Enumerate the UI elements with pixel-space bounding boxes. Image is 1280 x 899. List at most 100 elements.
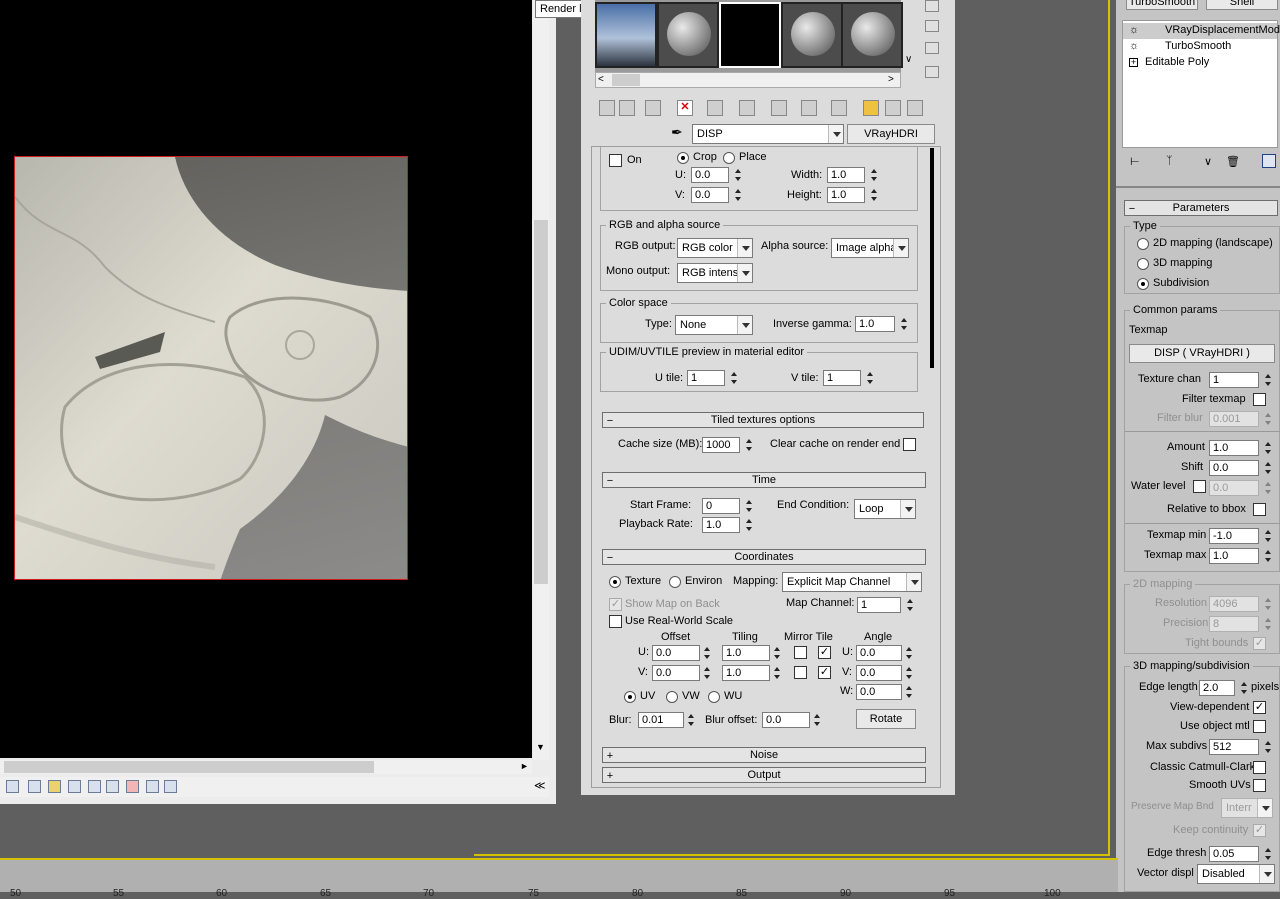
map-type-button[interactable]: VRayHDRI	[847, 124, 935, 144]
go-forward-sibling-icon[interactable]	[885, 100, 901, 116]
relative-bbox-checkbox[interactable]	[1253, 503, 1266, 516]
scrollbar-thumb[interactable]	[534, 220, 548, 584]
playback-rate-input[interactable]: 1.0	[702, 517, 740, 533]
eyedropper-icon[interactable]: ✒	[671, 124, 683, 141]
wu-radio[interactable]	[708, 691, 720, 703]
angle-u-spinner[interactable]	[904, 645, 914, 661]
parameters-rollout[interactable]: − Parameters	[1124, 200, 1278, 216]
crop-v-input[interactable]: 0.0	[691, 187, 729, 203]
sample-slot[interactable]	[781, 2, 843, 68]
histogram-icon[interactable]	[106, 780, 119, 793]
tiled-textures-rollout[interactable]: − Tiled textures options	[602, 412, 924, 428]
texture-radio[interactable]	[609, 576, 621, 588]
shift-spinner[interactable]	[1263, 460, 1273, 476]
crop-u-spinner[interactable]	[733, 167, 743, 183]
start-frame-spinner[interactable]	[744, 498, 754, 514]
tiling-u-spinner[interactable]	[772, 645, 782, 661]
scrollbar-thumb[interactable]	[612, 74, 640, 86]
history-icon[interactable]	[6, 780, 19, 793]
compare-icon[interactable]	[28, 780, 41, 793]
turbosmooth-modifier-button[interactable]: TurboSmooth	[1126, 0, 1198, 10]
clear-cache-checkbox[interactable]	[903, 438, 916, 451]
resolution-input[interactable]: 4096	[1209, 596, 1259, 612]
crop-v-spinner[interactable]	[733, 187, 743, 203]
classic-catmull-clark-checkbox[interactable]	[1253, 761, 1266, 774]
timeline-ruler[interactable]: 50 55 60 65 70 75 80 85 90 95 100	[0, 858, 1118, 899]
edge-thresh-input[interactable]: 0.05	[1209, 846, 1259, 862]
expand-toolbar-icon[interactable]: ≪	[534, 779, 546, 792]
texture-chan-spinner[interactable]	[1263, 372, 1273, 388]
lut-icon[interactable]	[88, 780, 101, 793]
edge-length-spinner[interactable]	[1239, 680, 1249, 696]
color-space-type-dropdown[interactable]: None	[675, 315, 753, 335]
water-level-input[interactable]: 0.0	[1209, 480, 1259, 496]
inverse-gamma-spinner[interactable]	[899, 316, 909, 332]
tiling-u-input[interactable]: 1.0	[722, 645, 770, 661]
water-level-checkbox[interactable]	[1193, 480, 1206, 493]
pin-stack-icon[interactable]: ⊢	[1130, 155, 1140, 168]
v-tile-input[interactable]: 1	[823, 370, 861, 386]
v-tile-spinner[interactable]	[865, 370, 875, 386]
material-id-icon[interactable]	[771, 100, 787, 116]
time-rollout[interactable]: − Time	[602, 472, 926, 488]
inverse-gamma-input[interactable]: 1.0	[855, 316, 895, 332]
uv-tiling-icon[interactable]	[925, 66, 939, 78]
pixel-info-icon[interactable]	[164, 780, 177, 793]
output-rollout[interactable]: + Output	[602, 767, 926, 783]
texmap-button[interactable]: DISP ( VRayHDRI )	[1129, 344, 1275, 363]
expand-icon[interactable]: +	[1129, 58, 1138, 67]
scroll-down-icon[interactable]: ▼	[536, 742, 545, 752]
vw-radio[interactable]	[666, 691, 678, 703]
map-name-field[interactable]: DISP	[692, 124, 844, 144]
smooth-uvs-checkbox[interactable]	[1253, 779, 1266, 792]
frame-buffer-vertical-scrollbar[interactable]: ▼	[533, 0, 549, 760]
mono-output-dropdown[interactable]: RGB intensi	[677, 263, 753, 283]
sample-slot-hdri[interactable]	[595, 2, 657, 68]
u-tile-input[interactable]: 1	[687, 370, 725, 386]
crop-width-spinner[interactable]	[869, 167, 879, 183]
crop-radio[interactable]	[677, 152, 689, 164]
use-object-mtl-checkbox[interactable]	[1253, 720, 1266, 733]
precision-input[interactable]: 8	[1209, 616, 1259, 632]
lightbulb-icon[interactable]: ☼	[1129, 40, 1139, 52]
go-to-parent-icon[interactable]	[863, 100, 879, 116]
tight-bounds-checkbox[interactable]: ✓	[1253, 637, 1266, 650]
scroll-right-icon[interactable]: >	[888, 74, 894, 85]
tiling-v-spinner[interactable]	[772, 665, 782, 681]
blur-offset-input[interactable]: 0.0	[762, 712, 810, 728]
stamp-icon[interactable]	[126, 780, 139, 793]
texture-chan-input[interactable]: 1	[1209, 372, 1259, 388]
water-level-spinner[interactable]	[1263, 480, 1273, 496]
mirror-u-checkbox[interactable]	[794, 646, 807, 659]
edge-length-input[interactable]: 2.0	[1199, 680, 1235, 696]
scrollbar-thumb[interactable]	[4, 761, 374, 773]
crop-height-input[interactable]: 1.0	[827, 187, 865, 203]
texmap-min-input[interactable]: -1.0	[1209, 528, 1259, 544]
show-end-result-icon[interactable]	[831, 100, 847, 116]
crop-u-input[interactable]: 0.0	[691, 167, 729, 183]
angle-u-input[interactable]: 0.0	[856, 645, 902, 661]
show-map-on-back-checkbox[interactable]: ✓	[609, 598, 622, 611]
shift-input[interactable]: 0.0	[1209, 460, 1259, 476]
alpha-source-dropdown[interactable]: Image alpha	[831, 238, 909, 258]
offset-u-input[interactable]: 0.0	[652, 645, 700, 661]
modifier-stack-item[interactable]: ☼ TurboSmooth	[1123, 39, 1277, 55]
resolution-spinner[interactable]	[1263, 596, 1273, 612]
edge-thresh-spinner[interactable]	[1263, 846, 1273, 862]
environ-radio[interactable]	[669, 576, 681, 588]
background-icon[interactable]	[925, 42, 939, 54]
angle-w-input[interactable]: 0.0	[856, 684, 902, 700]
type-2d-mapping-radio[interactable]	[1137, 238, 1149, 250]
max-subdivs-input[interactable]: 512	[1209, 739, 1259, 755]
panel-scroll-indicator[interactable]	[930, 148, 934, 368]
get-material-icon[interactable]	[599, 100, 615, 116]
slots-scrollbar[interactable]: < >	[595, 72, 901, 88]
lightbulb-icon[interactable]: ☼	[1129, 24, 1139, 36]
map-channel-input[interactable]: 1	[857, 597, 901, 613]
pick-material-icon[interactable]	[907, 100, 923, 116]
folder-icon[interactable]	[48, 780, 61, 793]
texmap-max-input[interactable]: 1.0	[1209, 548, 1259, 564]
rgb-output-dropdown[interactable]: RGB color	[677, 238, 753, 258]
vector-displ-dropdown[interactable]: Disabled	[1197, 864, 1275, 884]
crop-height-spinner[interactable]	[869, 187, 879, 203]
